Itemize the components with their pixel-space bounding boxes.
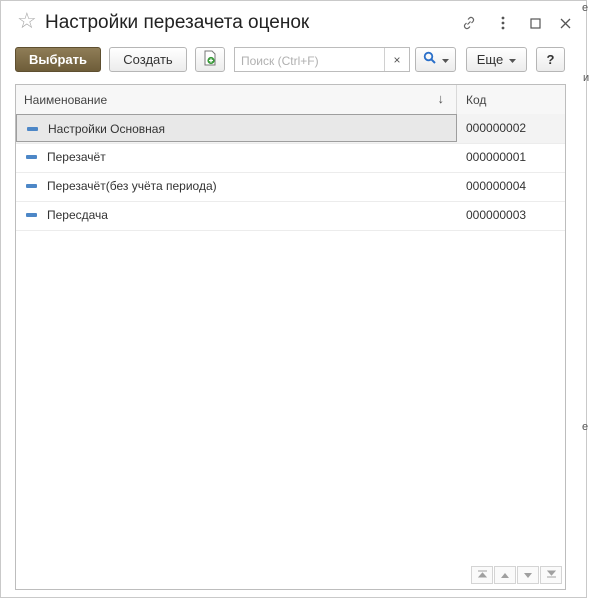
row-name: Перезачёт(без учёта периода) bbox=[47, 179, 217, 193]
catalog-item-icon bbox=[26, 184, 37, 188]
row-name: Пересдача bbox=[47, 208, 108, 222]
search-clear-button[interactable]: × bbox=[384, 48, 409, 71]
search-field[interactable]: × bbox=[234, 47, 410, 72]
select-button[interactable]: Выбрать bbox=[15, 47, 101, 72]
chevron-down-icon bbox=[524, 570, 532, 580]
table-row[interactable]: Пересдача 000000003 bbox=[16, 201, 565, 231]
cell-name: Перезачёт(без учёта периода) bbox=[16, 172, 457, 200]
close-icon[interactable] bbox=[555, 13, 575, 33]
create-button[interactable]: Создать bbox=[109, 47, 187, 72]
dialog-window: ☆ Настройки перезачета оценок Выбрать Со… bbox=[0, 0, 587, 598]
chevron-down-icon bbox=[509, 52, 517, 67]
chevron-down-icon bbox=[441, 52, 449, 67]
catalog-item-icon bbox=[26, 213, 37, 217]
search-options-button[interactable] bbox=[415, 47, 456, 72]
help-button[interactable]: ? bbox=[536, 47, 565, 72]
add-document-icon bbox=[203, 50, 217, 69]
more-vertical-icon[interactable] bbox=[493, 13, 513, 33]
background-text: е bbox=[582, 421, 589, 433]
background-text: е bbox=[582, 2, 589, 14]
double-down-icon bbox=[546, 570, 556, 580]
background-text: и bbox=[583, 72, 589, 84]
more-button-label: Еще bbox=[476, 52, 504, 67]
catalog-item-icon bbox=[26, 155, 37, 159]
scroll-first-button[interactable] bbox=[471, 566, 493, 584]
row-code: 000000001 bbox=[466, 150, 527, 164]
column-header-name-label: Наименование bbox=[24, 93, 108, 107]
column-header-name[interactable]: Наименование ↓ bbox=[16, 85, 457, 114]
add-from-template-button[interactable] bbox=[195, 47, 225, 72]
sort-arrow-icon: ↓ bbox=[437, 91, 445, 106]
scroll-last-button[interactable] bbox=[540, 566, 562, 584]
chevron-up-icon bbox=[501, 570, 509, 580]
window-title: Настройки перезачета оценок bbox=[45, 12, 310, 33]
row-name: Настройки Основная bbox=[48, 122, 165, 136]
row-code: 000000004 bbox=[466, 179, 527, 193]
catalog-item-icon bbox=[27, 127, 38, 131]
link-icon[interactable] bbox=[459, 13, 479, 33]
scroll-up-button[interactable] bbox=[494, 566, 516, 584]
scroll-down-button[interactable] bbox=[517, 566, 539, 584]
table-header: Наименование ↓ Код bbox=[16, 85, 565, 115]
cell-name: Пересдача bbox=[16, 201, 457, 229]
star-icon[interactable]: ☆ bbox=[17, 10, 37, 32]
double-up-icon bbox=[477, 570, 487, 580]
row-code: 000000003 bbox=[466, 208, 527, 222]
cell-name: Настройки Основная bbox=[16, 114, 457, 142]
row-name: Перезачёт bbox=[47, 150, 106, 164]
toolbar: Выбрать Создать × bbox=[1, 47, 586, 75]
maximize-icon[interactable] bbox=[525, 13, 545, 33]
column-header-code[interactable]: Код bbox=[466, 93, 486, 107]
title-bar: ☆ Настройки перезачета оценок bbox=[1, 1, 586, 43]
search-input[interactable] bbox=[239, 51, 383, 70]
table-row[interactable]: Перезачёт(без учёта периода) 000000004 bbox=[16, 172, 565, 202]
catalog-table: Наименование ↓ Код Настройки Основная 00… bbox=[15, 84, 566, 590]
table-row[interactable]: Настройки Основная 000000002 bbox=[16, 114, 565, 144]
search-icon bbox=[423, 51, 437, 68]
row-code: 000000002 bbox=[466, 121, 527, 135]
cell-name: Перезачёт bbox=[16, 143, 457, 171]
table-row[interactable]: Перезачёт 000000001 bbox=[16, 143, 565, 173]
more-button[interactable]: Еще bbox=[466, 47, 527, 72]
